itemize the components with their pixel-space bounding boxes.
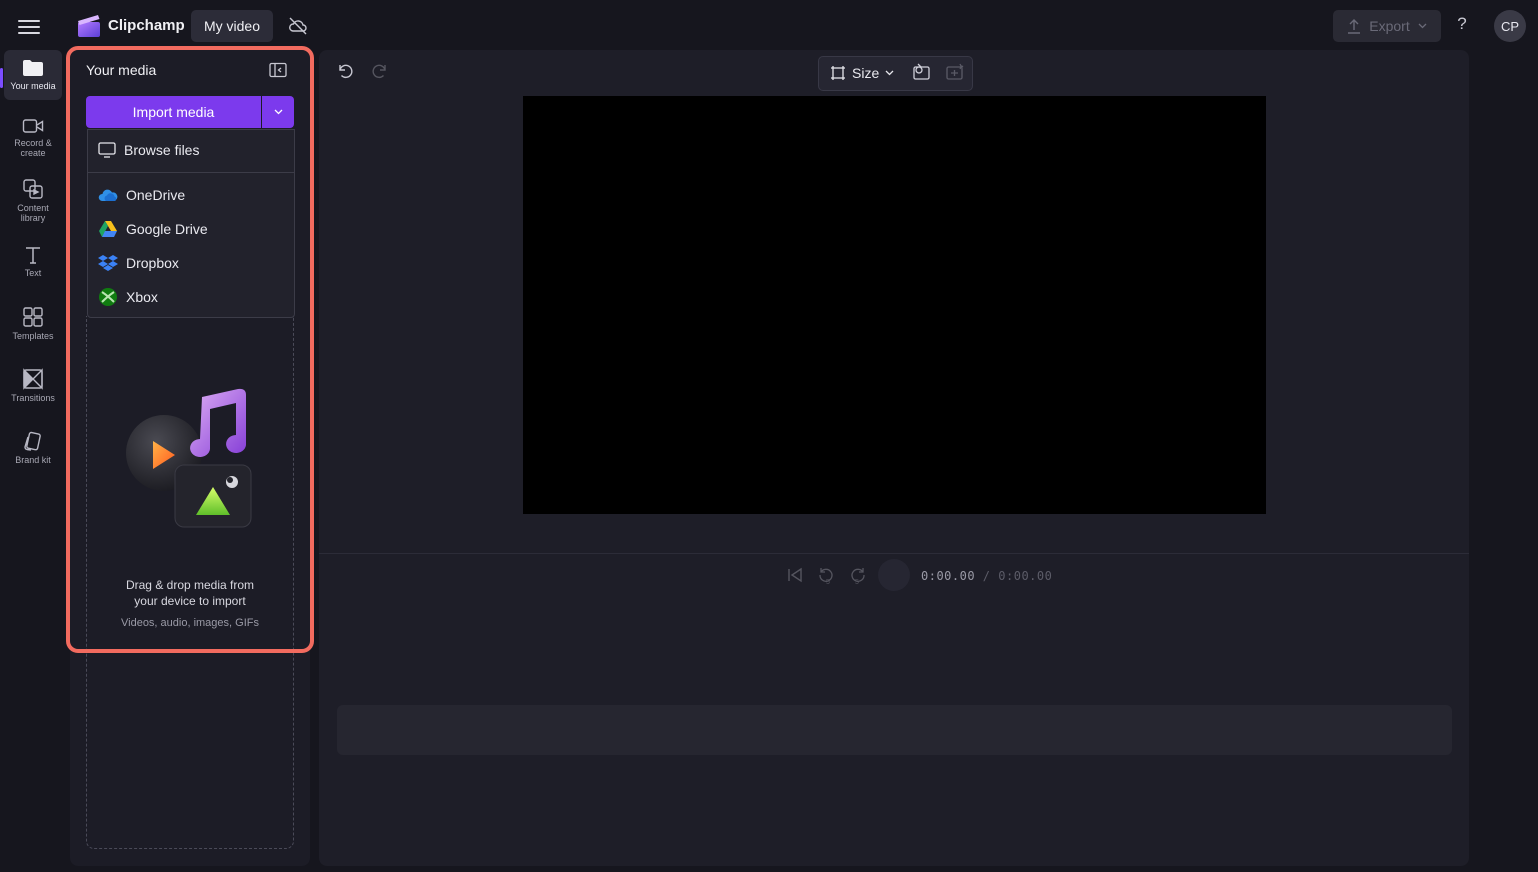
sidebar-item-brand-kit[interactable]: Brand kit	[4, 430, 62, 465]
timeline-track[interactable]	[337, 705, 1452, 755]
import-dropdown-menu: Browse files OneDrive Google Drive Dropb…	[87, 129, 295, 318]
menu-item-label: Dropbox	[126, 255, 179, 271]
export-button[interactable]: Export	[1333, 10, 1441, 42]
sidebar-item-label: Record &	[14, 138, 52, 148]
sidebar-item-label-2: create	[20, 148, 46, 158]
size-button[interactable]: Size	[830, 63, 894, 83]
xbox-icon	[99, 288, 117, 306]
sidebar-item-label-2: library	[20, 213, 46, 223]
avatar[interactable]: CP	[1494, 10, 1526, 42]
video-camera-icon	[22, 119, 44, 133]
sidebar-item-label: Your media	[10, 81, 56, 91]
media-illustration	[120, 385, 260, 535]
import-options-button[interactable]	[262, 96, 294, 128]
sidebar-item-label: Templates	[12, 331, 54, 341]
chevron-down-icon	[1418, 23, 1427, 29]
dropbox-icon	[98, 255, 118, 271]
library-icon	[23, 179, 43, 199]
menu-divider	[88, 172, 294, 173]
rewind-seconds: 5	[826, 579, 830, 586]
menu-item-label: Google Drive	[126, 221, 208, 237]
sidebar-item-templates[interactable]: Templates	[4, 306, 62, 341]
sidebar-item-content-library[interactable]: Content library	[4, 178, 62, 223]
drop-instructions-line1: Drag & drop media from	[125, 578, 255, 592]
drop-instructions-line2: your device to import	[134, 594, 246, 608]
time-display: 0:00.00 / 0:00.00	[921, 569, 1052, 583]
sidebar-item-text[interactable]: Text	[4, 245, 62, 278]
play-button[interactable]	[878, 559, 910, 591]
text-icon	[26, 247, 40, 264]
sidebar-item-label: Text	[24, 268, 42, 278]
rewind-5-icon[interactable]: 5	[817, 566, 835, 586]
total-time: 0:00.00	[998, 569, 1053, 583]
active-nav-indicator	[0, 68, 3, 88]
forward-5-icon[interactable]: 5	[849, 566, 867, 586]
project-title-button[interactable]: My video	[191, 10, 273, 42]
onedrive-icon	[98, 189, 118, 201]
aspect-ratio-icon	[831, 66, 845, 80]
panel-title: Your media	[86, 62, 157, 78]
cloud-off-icon[interactable]	[288, 16, 308, 36]
menu-item-label: Browse files	[124, 142, 200, 158]
transitions-icon	[23, 368, 43, 390]
current-time: 0:00.00	[921, 569, 976, 583]
skip-to-start-icon[interactable]	[786, 566, 804, 584]
video-canvas[interactable]	[523, 96, 1266, 514]
sidebar-item-label: Content	[17, 203, 49, 213]
menu-item-dropbox[interactable]: Dropbox	[88, 248, 294, 278]
monitor-icon	[98, 142, 116, 158]
menu-item-xbox[interactable]: Xbox	[88, 282, 294, 312]
upload-icon	[1348, 19, 1361, 34]
chevron-down-icon	[274, 109, 282, 115]
import-media-button[interactable]: Import media	[86, 96, 261, 128]
menu-item-label: OneDrive	[126, 187, 186, 203]
menu-item-label: Xbox	[126, 289, 158, 305]
redo-icon	[371, 62, 389, 80]
preview-divider	[319, 553, 1469, 554]
chevron-down-icon	[885, 70, 894, 76]
hamburger-menu-icon[interactable]	[18, 16, 40, 36]
sidebar-item-record-create[interactable]: Record & create	[4, 117, 62, 158]
background-color-icon[interactable]	[912, 63, 932, 81]
sidebar-item-your-media[interactable]: Your media	[4, 50, 62, 100]
export-label: Export	[1369, 18, 1410, 34]
templates-icon	[23, 307, 43, 327]
clipchamp-logo-icon	[76, 14, 102, 38]
app-name: Clipchamp	[108, 17, 185, 34]
undo-icon[interactable]	[336, 62, 354, 80]
auto-layout-icon	[945, 63, 965, 81]
brand-kit-icon	[24, 431, 41, 451]
forward-seconds: 5	[855, 579, 859, 586]
sidebar-item-label: Brand kit	[15, 455, 51, 465]
menu-item-google-drive[interactable]: Google Drive	[88, 214, 294, 244]
help-button[interactable]: ?	[1454, 14, 1470, 34]
google-drive-icon	[99, 221, 117, 237]
menu-item-onedrive[interactable]: OneDrive	[88, 180, 294, 210]
folder-icon	[23, 60, 43, 76]
supported-formats: Videos, audio, images, GIFs	[121, 617, 259, 629]
sidebar-item-transitions[interactable]: Transitions	[4, 368, 62, 403]
time-separator: /	[975, 569, 999, 583]
sidebar-item-label: Transitions	[11, 393, 55, 403]
collapse-panel-icon[interactable]	[269, 62, 287, 78]
menu-item-browse-files[interactable]: Browse files	[88, 135, 294, 165]
size-label: Size	[852, 65, 880, 81]
